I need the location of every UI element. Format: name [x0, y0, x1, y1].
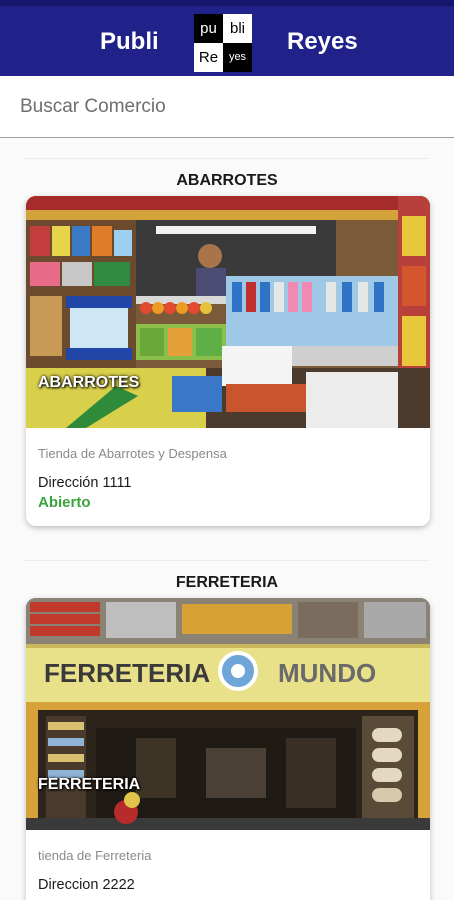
business-description: tienda de Ferreteria	[38, 848, 152, 863]
store-photo-image	[26, 196, 430, 428]
section-title: ABARROTES	[176, 172, 278, 189]
section-divider	[24, 560, 430, 561]
business-card-abarrotes[interactable]: ABARROTES Tienda de Abarrotes y Despensa…	[26, 196, 430, 526]
logo-cell-tr: bli	[223, 14, 252, 43]
app-bar: Publi pu bli Re yes Reyes	[0, 6, 454, 76]
app-title-left: Publi	[100, 28, 159, 55]
photo-category-label: FERRETERIA	[38, 776, 141, 793]
logo-cell-br: yes	[223, 43, 252, 72]
search-input[interactable]	[0, 76, 454, 137]
card-body: Tienda de Abarrotes y Despensa Dirección…	[26, 428, 430, 523]
business-feed[interactable]: ABARROTES ABARROTES Tienda de Abarrotes …	[0, 138, 454, 900]
sign-text-left: FERRETERIA	[44, 658, 210, 688]
logo-cell-tl: pu	[194, 14, 223, 43]
business-photo: ABARROTES	[26, 196, 430, 428]
open-status: Abierto	[38, 494, 91, 511]
store-photo-image: FERRETERIA MUNDO	[26, 598, 430, 830]
sign-text-right: MUNDO	[278, 658, 376, 688]
business-card-ferreteria[interactable]: FERRETERIA MUNDO FERRETERIA tienda de Fe…	[26, 598, 430, 900]
photo-category-label: ABARROTES	[38, 374, 140, 391]
business-address: Direccion 2222	[38, 877, 135, 893]
business-photo: FERRETERIA MUNDO FERRETERIA	[26, 598, 430, 830]
business-address: Dirección 1111	[38, 475, 132, 491]
section-divider	[24, 158, 430, 159]
app-title-right: Reyes	[287, 28, 358, 55]
app-logo: pu bli Re yes	[194, 14, 252, 72]
business-description: Tienda de Abarrotes y Despensa	[38, 446, 227, 461]
card-body: tienda de Ferreteria Direccion 2222	[26, 830, 430, 900]
section-title: FERRETERIA	[175, 574, 279, 591]
search-bar	[0, 76, 454, 138]
logo-cell-bl: Re	[194, 43, 223, 72]
